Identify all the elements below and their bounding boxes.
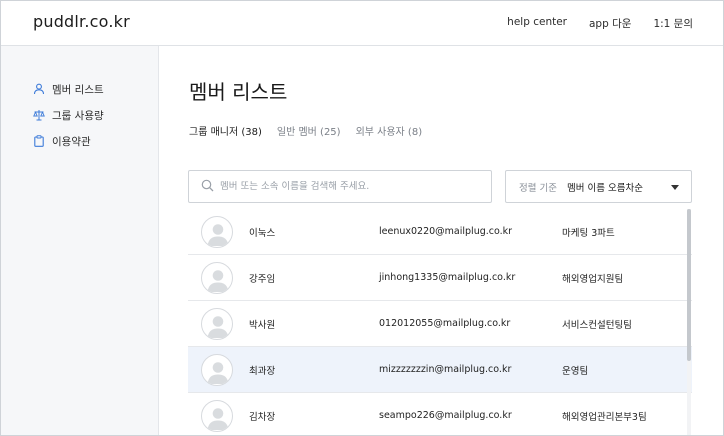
- sidebar-item-terms[interactable]: 이용약관: [33, 128, 104, 154]
- sidebar-item-group-usage[interactable]: 그룹 사용량: [33, 102, 104, 128]
- member-row[interactable]: 이눅스 leenux0220@mailplug.co.kr 마케팅 3파트: [188, 209, 692, 255]
- avatar: [201, 262, 233, 294]
- tab-general-members[interactable]: 일반 멤버 (25): [277, 123, 341, 140]
- sort-value: 멤버 이름 오름차순: [566, 182, 643, 194]
- member-name: 강주임: [249, 273, 276, 285]
- member-name: 박사원: [249, 319, 276, 331]
- scroll-thumb[interactable]: [687, 209, 691, 361]
- search-icon: [201, 177, 220, 196]
- sort-dropdown[interactable]: 정렬 기준 멤버 이름 오름차순: [505, 170, 692, 203]
- tab-label: 그룹 매니저 (38): [189, 127, 262, 138]
- tab-external-users[interactable]: 외부 사용자 (8): [356, 123, 423, 140]
- tab-label: 외부 사용자 (8): [355, 127, 423, 138]
- app-window: puddlr.co.kr help center app 다운 1:1 문의 멤…: [0, 0, 724, 436]
- avatar: [201, 308, 233, 340]
- scale-icon: [33, 109, 45, 121]
- person-icon: [33, 83, 45, 95]
- logo[interactable]: puddlr.co.kr: [33, 12, 130, 31]
- sidebar-item-label: 이용약관: [52, 135, 91, 148]
- member-name: 최과장: [249, 365, 276, 377]
- member-department: 운영팀: [562, 365, 589, 377]
- sidebar-menu: 멤버 리스트 그룹 사용량 이용약관: [33, 76, 104, 154]
- member-row-highlighted[interactable]: 최과장 mizzzzzzzin@mailplug.co.kr 운영팀: [188, 347, 692, 393]
- sort-label: 정렬 기준: [519, 182, 557, 194]
- member-email: jinhong1335@mailplug.co.kr: [379, 272, 516, 283]
- member-email: leenux0220@mailplug.co.kr: [379, 226, 513, 237]
- member-department: 해외영업관리본부3팀: [562, 411, 647, 423]
- member-department: 마케팅 3파트: [562, 227, 615, 239]
- member-email: seampo226@mailplug.co.kr: [379, 410, 512, 421]
- clipboard-icon: [33, 135, 45, 147]
- caret-down-icon: [671, 185, 679, 190]
- nav-app-download[interactable]: app 다운: [589, 16, 631, 31]
- member-email: mizzzzzzzin@mailplug.co.kr: [379, 364, 512, 375]
- member-name: 이눅스: [249, 227, 276, 239]
- member-name: 김차장: [249, 411, 276, 423]
- avatar: [201, 216, 233, 248]
- nav-help-center[interactable]: help center: [507, 16, 567, 31]
- top-nav: help center app 다운 1:1 문의: [507, 16, 693, 31]
- tab-label: 일반 멤버 (25): [276, 127, 341, 138]
- member-row[interactable]: 박사원 012012055@mailplug.co.kr 서비스컨설턴팅팀: [188, 301, 692, 347]
- member-list: 이눅스 leenux0220@mailplug.co.kr 마케팅 3파트 강주…: [188, 209, 692, 435]
- member-department: 해외영업지원팀: [562, 273, 624, 285]
- member-department: 서비스컨설턴팅팀: [562, 319, 632, 331]
- avatar: [201, 400, 233, 432]
- top-header: puddlr.co.kr help center app 다운 1:1 문의: [1, 1, 723, 46]
- search-box[interactable]: [188, 170, 492, 203]
- list-scrollbar[interactable]: [687, 209, 691, 435]
- nav-inquiry[interactable]: 1:1 문의: [653, 16, 693, 31]
- tab-group-managers[interactable]: 그룹 매니저 (38): [189, 123, 264, 142]
- tab-bar: 그룹 매니저 (38) 일반 멤버 (25) 외부 사용자 (8): [189, 123, 423, 142]
- sidebar-item-member-list[interactable]: 멤버 리스트: [33, 76, 104, 102]
- page-title: 멤버 리스트: [189, 80, 288, 104]
- search-input[interactable]: [220, 181, 480, 192]
- member-row[interactable]: 강주임 jinhong1335@mailplug.co.kr 해외영업지원팀: [188, 255, 692, 301]
- sidebar-item-label: 그룹 사용량: [52, 109, 104, 122]
- sidebar-item-label: 멤버 리스트: [52, 83, 104, 96]
- member-email: 012012055@mailplug.co.kr: [379, 318, 511, 329]
- avatar: [201, 354, 233, 386]
- member-row[interactable]: 김차장 seampo226@mailplug.co.kr 해외영업관리본부3팀: [188, 393, 692, 435]
- sidebar: 멤버 리스트 그룹 사용량 이용약관: [1, 46, 159, 435]
- main-content: 멤버 리스트 그룹 매니저 (38) 일반 멤버 (25) 외부 사용자 (8)…: [159, 46, 723, 435]
